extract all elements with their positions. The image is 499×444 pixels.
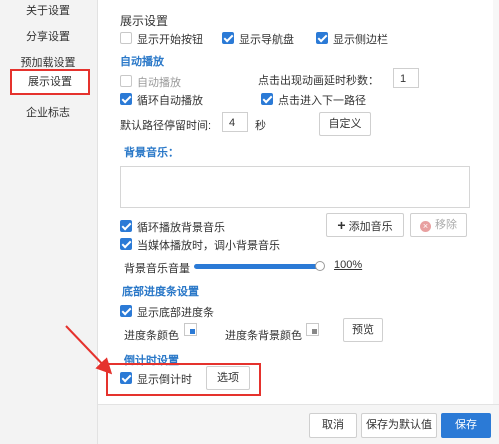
save-button[interactable]: 保存 xyxy=(441,413,491,438)
remove-music-button[interactable]: × 移除 xyxy=(410,213,467,237)
cancel-button[interactable]: 取消 xyxy=(309,413,357,438)
display-settings-title: 展示设置 xyxy=(120,14,169,28)
click-next-path-label: 点击进入下一路径 xyxy=(278,95,366,107)
sidebar-item-share[interactable]: 分享设置 xyxy=(0,28,96,44)
loop-music-label: 循环播放背景音乐 xyxy=(137,222,225,234)
loop-autoplay-checkbox[interactable] xyxy=(120,93,132,105)
save-default-button[interactable]: 保存为默认值 xyxy=(361,413,437,438)
autoplay-label: 自动播放 xyxy=(137,77,181,89)
plus-icon: + xyxy=(337,217,346,233)
anim-delay-label: 点击出现动画延时秒数： xyxy=(258,75,379,87)
show-progress-checkbox[interactable] xyxy=(120,305,132,317)
sidebar-item-preload[interactable]: 预加载设置 xyxy=(0,54,96,70)
show-navigator-label: 显示导航盘 xyxy=(239,34,294,46)
sidebar: 关于设置 分享设置 预加载设置 展示设置 企业标志 xyxy=(0,0,98,444)
show-countdown-label: 显示倒计时 xyxy=(137,374,192,386)
progress-bg-color-picker[interactable] xyxy=(306,323,319,336)
remove-icon: × xyxy=(420,221,431,232)
show-progress-label: 显示底部进度条 xyxy=(137,307,214,319)
show-start-button-checkbox[interactable] xyxy=(120,32,132,44)
music-volume-label: 背景音乐音量 xyxy=(124,263,190,275)
sidebar-item-about[interactable]: 关于设置 xyxy=(0,2,96,18)
volume-slider-thumb[interactable] xyxy=(315,261,325,271)
show-sidebar-label: 显示侧边栏 xyxy=(333,34,388,46)
progress-color-label: 进度条颜色 xyxy=(124,330,179,342)
lower-music-checkbox[interactable] xyxy=(120,238,132,250)
sidebar-item-logo[interactable]: 企业标志 xyxy=(0,104,96,120)
dwell-time-label: 默认路径停留时间: xyxy=(120,120,212,132)
add-music-button[interactable]: + 添加音乐 xyxy=(326,213,404,237)
preview-button[interactable]: 预览 xyxy=(343,318,383,342)
background-music-heading: 背景音乐： xyxy=(124,147,179,159)
progress-bg-color-label: 进度条背景颜色 xyxy=(225,330,302,342)
progress-color-picker[interactable] xyxy=(184,323,197,336)
autoplay-heading: 自动播放 xyxy=(120,56,164,68)
show-navigator-checkbox[interactable] xyxy=(222,32,234,44)
music-list-box[interactable] xyxy=(120,166,470,208)
remove-music-label: 移除 xyxy=(435,219,457,231)
progress-bg-color-indicator xyxy=(312,329,317,334)
progress-settings-heading: 底部进度条设置 xyxy=(122,286,199,298)
add-music-label: 添加音乐 xyxy=(348,221,393,233)
show-start-button-label: 显示开始按钮 xyxy=(137,34,203,46)
dialog-footer: 取消 保存为默认值 保存 xyxy=(98,404,499,444)
show-sidebar-checkbox[interactable] xyxy=(316,32,328,44)
countdown-options-button[interactable]: 选项 xyxy=(206,366,250,390)
volume-value: 100% xyxy=(334,259,363,271)
sidebar-item-display[interactable]: 展示设置 xyxy=(10,69,90,95)
settings-panel: 展示设置 显示开始按钮 显示导航盘 显示侧边栏 自动播放 自动播放 点击出现动画… xyxy=(98,0,499,404)
anim-delay-input[interactable]: 1 xyxy=(393,68,419,88)
custom-button[interactable]: 自定义 xyxy=(319,112,371,136)
scrollbar[interactable] xyxy=(493,0,499,404)
click-next-path-checkbox[interactable] xyxy=(261,93,273,105)
show-countdown-checkbox[interactable] xyxy=(120,372,132,384)
dwell-time-unit: 秒 xyxy=(255,120,266,132)
dwell-time-input[interactable]: 4 xyxy=(222,112,248,132)
lower-music-label: 当媒体播放时，调小背景音乐 xyxy=(137,240,280,252)
loop-music-checkbox[interactable] xyxy=(120,220,132,232)
loop-autoplay-label: 循环自动播放 xyxy=(137,95,203,107)
autoplay-checkbox[interactable] xyxy=(120,75,132,87)
progress-color-indicator xyxy=(190,329,195,334)
volume-slider-track[interactable] xyxy=(194,264,320,269)
